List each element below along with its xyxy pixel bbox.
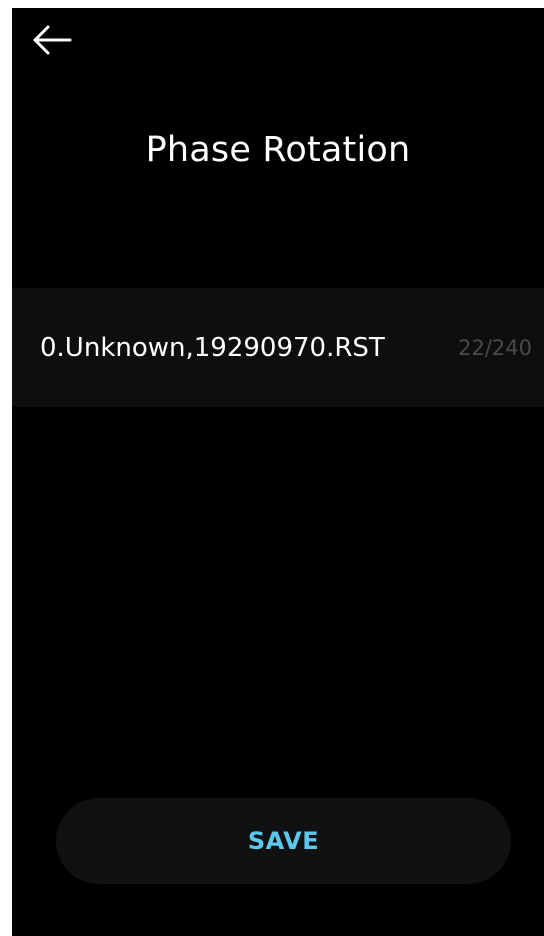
page-title: Phase Rotation [145,130,411,170]
save-button[interactable]: SAVE [56,798,511,884]
character-counter: 22/240 [458,335,532,360]
arrow-left-icon [33,25,72,55]
back-button[interactable] [26,18,78,62]
phase-rotation-screen: Phase Rotation 0.Unknown,19290970.RST 22… [12,8,544,936]
field-value[interactable]: 0.Unknown,19290970.RST [40,288,440,407]
phase-rotation-field[interactable]: 0.Unknown,19290970.RST 22/240 [12,288,544,407]
save-button-label: SAVE [247,827,320,855]
